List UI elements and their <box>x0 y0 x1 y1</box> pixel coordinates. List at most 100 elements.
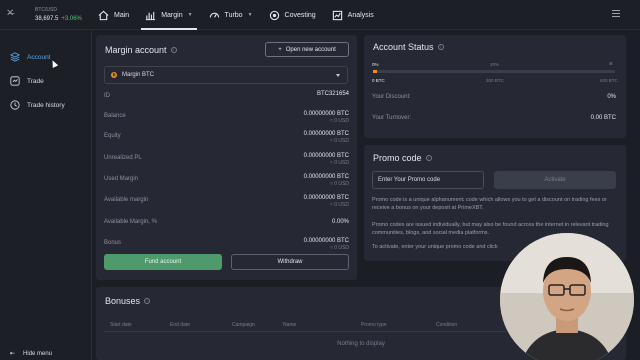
col-end-date: End date <box>170 322 191 328</box>
nav-turbo-label: Turbo <box>224 11 243 19</box>
chevron-down-icon: ▼ <box>247 12 253 18</box>
nav-analysis[interactable]: Analysis <box>324 0 382 30</box>
discount-value: 0% <box>607 94 616 100</box>
sidebar-item-trade[interactable]: Trade <box>10 76 44 86</box>
row-value: 0.00000000 BTC <box>303 238 349 244</box>
fund-account-button[interactable]: Fund account <box>104 254 222 270</box>
sidebar-item-trade-history[interactable]: Trade history <box>10 100 65 110</box>
nav-analysis-label: Analysis <box>347 11 374 19</box>
primexbt-logo[interactable]: ✕̶ <box>6 8 24 22</box>
tier-1-amount: 300 BTC <box>486 78 504 83</box>
nav-covesting[interactable]: Covesting <box>261 0 324 30</box>
ticker-price: 38,697.5 <box>35 16 59 22</box>
info-row-available-margin-pct: Available Margin, % 0.00% <box>104 215 349 235</box>
main-nav: Main Margin ▼ Turbo ▼ Covesting Analysis <box>90 0 382 30</box>
layers-icon <box>10 52 20 62</box>
nav-main-label: Main <box>114 11 130 19</box>
info-row-available-margin: Available margin 0.00000000 BTC ≈ 0 USD <box>104 193 349 213</box>
sidebar-item-label: Trade history <box>27 101 65 109</box>
info-row-used-margin: Used Margin 0.00000000 BTC ≈ 0 USD <box>104 172 349 192</box>
account-status-title: Account Status i <box>373 42 444 52</box>
row-label: Used Margin <box>104 176 139 182</box>
btc-coin-icon: ₿ <box>111 72 117 78</box>
presenter-video <box>500 233 634 360</box>
chart-icon <box>146 11 156 20</box>
row-sub-value: ≈ 0 USD <box>330 118 349 124</box>
hide-menu-button[interactable]: ⇤ Hide menu <box>10 350 53 358</box>
activate-button[interactable]: Activate <box>494 171 616 189</box>
home-icon <box>98 10 109 20</box>
row-sub-value: ≈ 0 USD <box>330 138 349 144</box>
plus-icon: + <box>278 46 282 53</box>
account-status-title-text: Account Status <box>373 42 434 52</box>
chevron-down-icon <box>336 74 340 77</box>
hamburger-menu-icon[interactable] <box>612 10 620 18</box>
margin-account-title-text: Margin account <box>105 45 167 55</box>
nav-covesting-label: Covesting <box>284 11 316 19</box>
col-promo-type: Promo type <box>361 322 387 328</box>
withdraw-button[interactable]: Withdraw <box>231 254 349 270</box>
discount-label: Your Discount: <box>372 94 411 100</box>
info-icon[interactable]: i <box>425 155 432 161</box>
margin-account-title: Margin account i <box>105 45 177 55</box>
tier-0-pct: 0% <box>372 62 379 67</box>
col-campaign: Campaign <box>232 322 255 328</box>
ticker-change: +3.06% <box>61 16 82 22</box>
analysis-icon <box>332 10 342 20</box>
sidebar-item-label: Trade <box>27 77 44 85</box>
info-row-id: ID BTC321654 <box>104 89 349 109</box>
info-icon[interactable]: i <box>144 298 151 304</box>
sidebar: Account Trade Trade history ⇤ Hide menu <box>0 30 92 360</box>
collapse-arrow-icon: ⇤ <box>10 351 16 357</box>
hide-menu-label: Hide menu <box>23 350 53 357</box>
row-sub-value: ≈ 0 USD <box>330 160 349 166</box>
info-row-balance: Balance 0.00000000 BTC ≈ 0 USD <box>104 109 349 129</box>
row-value: 0.00000000 BTC <box>303 195 349 201</box>
turnover-value: 0.00 BTC <box>590 115 616 121</box>
row-label: Balance <box>104 113 126 119</box>
ticker[interactable]: BTC/USD 38,697.5 +3.06% <box>35 7 82 22</box>
info-row-unrealized-pl: Unrealized PL 0.00000000 BTC ≈ 0 USD <box>104 151 349 171</box>
nav-turbo[interactable]: Turbo ▼ <box>201 0 261 30</box>
info-icon[interactable]: i <box>437 44 444 50</box>
promo-description-1: Promo code is a unique alphanumeric code… <box>372 197 607 211</box>
row-label: Unrealized PL <box>104 155 142 161</box>
covesting-icon <box>269 10 279 20</box>
bonuses-title-text: Bonuses <box>105 296 141 306</box>
tier-2-amount: 600 BTC <box>600 78 618 83</box>
account-select[interactable]: ₿ Margin BTC <box>104 66 348 84</box>
col-name: Name <box>283 322 297 328</box>
row-label: Bonus <box>104 240 122 246</box>
open-new-account-button[interactable]: + Open new account <box>265 42 349 57</box>
sidebar-item-label: Account <box>27 53 51 61</box>
tier-0-amount: 0 BTC <box>372 78 385 83</box>
tier-wifi-icon: ≋ <box>609 61 613 66</box>
top-bar: ✕̶ BTC/USD 38,697.5 +3.06% Main Margin ▼ … <box>0 0 640 30</box>
bonuses-title: Bonuses i <box>105 296 151 306</box>
row-sub-value: ≈ 0 USD <box>330 202 349 208</box>
promo-code-input[interactable]: Enter Your Promo code <box>372 171 484 189</box>
row-label: Available Margin, % <box>104 219 157 225</box>
row-value: BTC321654 <box>316 91 349 97</box>
nav-margin[interactable]: Margin ▼ <box>137 0 200 30</box>
row-sub-value: ≈ 0 USD <box>330 245 349 251</box>
row-sub-value: ≈ 0 USD <box>330 181 349 187</box>
row-value: 0.00000000 BTC <box>303 174 349 180</box>
sidebar-item-account[interactable]: Account <box>10 52 51 62</box>
col-condition: Condition <box>436 322 458 328</box>
chevron-down-icon: ▼ <box>187 12 193 18</box>
promo-title-text: Promo code <box>373 153 422 163</box>
info-icon[interactable]: i <box>170 47 177 53</box>
row-value: 0.00000000 BTC <box>303 153 349 159</box>
trade-icon <box>10 76 20 86</box>
ticker-pair: BTC/USD <box>35 7 57 13</box>
row-value: 0.00000000 BTC <box>303 111 349 117</box>
nav-main[interactable]: Main <box>90 0 137 30</box>
row-label: ID <box>104 93 110 99</box>
row-value: 0.00% <box>331 219 349 225</box>
speedometer-icon <box>209 12 219 18</box>
webcam-overlay <box>500 233 634 360</box>
col-start-date: Start date <box>110 322 132 328</box>
tier-progress-fill <box>373 70 377 73</box>
row-label: Equity <box>104 133 121 139</box>
